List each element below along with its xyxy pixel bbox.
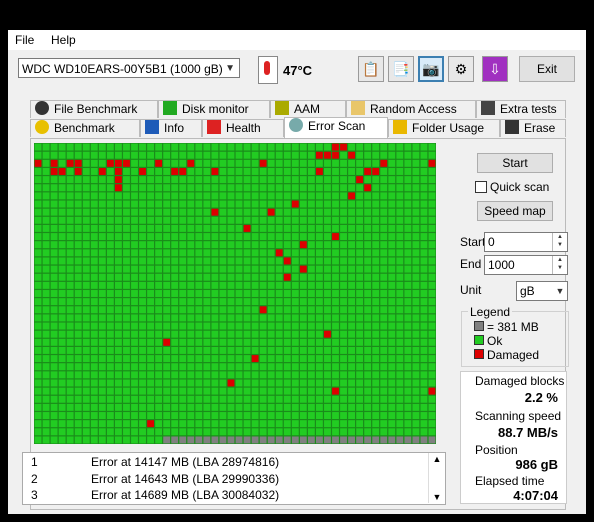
disk-monitor-icon: [163, 101, 177, 115]
tab-disk-monitor[interactable]: Disk monitor: [158, 100, 270, 118]
damaged-block-swatch: [474, 349, 484, 359]
stats-panel: Damaged blocks 2.2 % Scanning speed 88.7…: [460, 371, 567, 504]
position-label: Position: [475, 443, 518, 457]
tab-random-access[interactable]: Random Access: [346, 100, 476, 118]
random-access-icon: [351, 101, 365, 115]
speaker-icon: [275, 101, 289, 115]
drive-select-value: WDC WD10EARS-00Y5B1 (1000 gB): [22, 62, 223, 76]
chevron-down-icon[interactable]: ▼: [429, 492, 445, 502]
end-field-label: End: [460, 257, 482, 271]
tab-aam[interactable]: AAM: [270, 100, 346, 118]
tab-file-benchmark[interactable]: File Benchmark: [30, 100, 158, 118]
log-row[interactable]: 2 Error at 14643 MB (LBA 29990336): [23, 472, 429, 488]
tab-extra-tests[interactable]: Extra tests: [476, 100, 566, 118]
spin-arrows-icon[interactable]: ▲ ▼: [552, 256, 567, 274]
copy-image-icon[interactable]: 📑: [388, 56, 414, 82]
health-cross-icon: [207, 120, 221, 134]
position-value: 986 gB: [515, 457, 558, 472]
error-log-list[interactable]: 1 Error at 14147 MB (LBA 28974816) 2 Error…: [22, 452, 446, 505]
menu-bar: File Help: [8, 30, 586, 50]
thermometer-icon: [258, 56, 278, 84]
magnifier-icon: [289, 118, 303, 132]
elapsed-time-label: Elapsed time: [475, 474, 545, 488]
damaged-blocks-label: Damaged blocks: [475, 374, 565, 388]
scanning-speed-value: 88.7 MB/s: [498, 425, 558, 440]
end-input[interactable]: 1000 ▲ ▼: [484, 255, 568, 275]
log-row[interactable]: 3 Error at 14689 MB (LBA 30084032): [23, 488, 429, 504]
extra-tests-icon: [481, 101, 495, 115]
folder-icon: [393, 120, 407, 134]
ok-block-swatch: [474, 335, 484, 345]
download-update-icon[interactable]: ⇩: [482, 56, 508, 82]
log-scrollbar[interactable]: ▲ ▼: [428, 453, 445, 503]
chevron-up-icon[interactable]: ▲: [429, 454, 445, 464]
quick-scan-label: Quick scan: [490, 180, 550, 194]
menu-help[interactable]: Help: [51, 33, 76, 47]
exit-button[interactable]: Exit: [519, 56, 575, 82]
pending-block-swatch: [474, 321, 484, 331]
options-gear-icon[interactable]: ⚙: [448, 56, 474, 82]
tab-info[interactable]: Info: [140, 119, 202, 137]
legend-box: Legend = 381 MB Ok Damaged: [461, 305, 569, 367]
file-benchmark-icon: [35, 101, 49, 115]
legend-ok: Ok: [474, 334, 502, 348]
scan-block-map: [34, 143, 436, 444]
speed-map-button[interactable]: Speed map: [477, 201, 553, 221]
elapsed-time-value: 4:07:04: [513, 488, 558, 503]
start-input[interactable]: 0 ▲ ▼: [484, 232, 568, 252]
tab-folder-usage[interactable]: Folder Usage: [388, 119, 500, 137]
temperature-readout: 47°C: [283, 63, 313, 78]
tab-benchmark[interactable]: Benchmark: [30, 119, 140, 137]
tab-erase[interactable]: Erase: [500, 119, 566, 137]
damaged-blocks-value: 2.2 %: [524, 390, 558, 405]
legend-block-size: = 381 MB: [474, 320, 539, 334]
start-scan-button[interactable]: Start: [477, 153, 553, 173]
screenshot-camera-icon[interactable]: 📷: [418, 56, 444, 82]
trash-icon: [505, 120, 519, 134]
log-row[interactable]: 1 Error at 14147 MB (LBA 28974816): [23, 455, 429, 471]
spin-arrows-icon[interactable]: ▲ ▼: [552, 233, 567, 251]
scanning-speed-label: Scanning speed: [475, 409, 562, 423]
start-field-label: Start: [460, 235, 486, 249]
chevron-down-icon[interactable]: ▼: [553, 282, 567, 300]
drive-select[interactable]: WDC WD10EARS-00Y5B1 (1000 gB) ▼: [18, 58, 240, 78]
lightbulb-icon: [35, 120, 49, 134]
chevron-down-icon: ▼: [225, 63, 235, 74]
legend-title: Legend: [468, 305, 513, 319]
unit-select[interactable]: gB ▼: [516, 281, 568, 301]
unit-field-label: Unit: [460, 283, 482, 297]
menu-file[interactable]: File: [15, 33, 34, 47]
tab-health[interactable]: Health: [202, 119, 284, 137]
tab-error-scan[interactable]: Error Scan: [284, 117, 388, 138]
copy-text-icon[interactable]: 📋: [358, 56, 384, 82]
info-icon: [145, 120, 159, 134]
quick-scan-checkbox[interactable]: [475, 181, 487, 193]
legend-damaged: Damaged: [474, 348, 539, 362]
